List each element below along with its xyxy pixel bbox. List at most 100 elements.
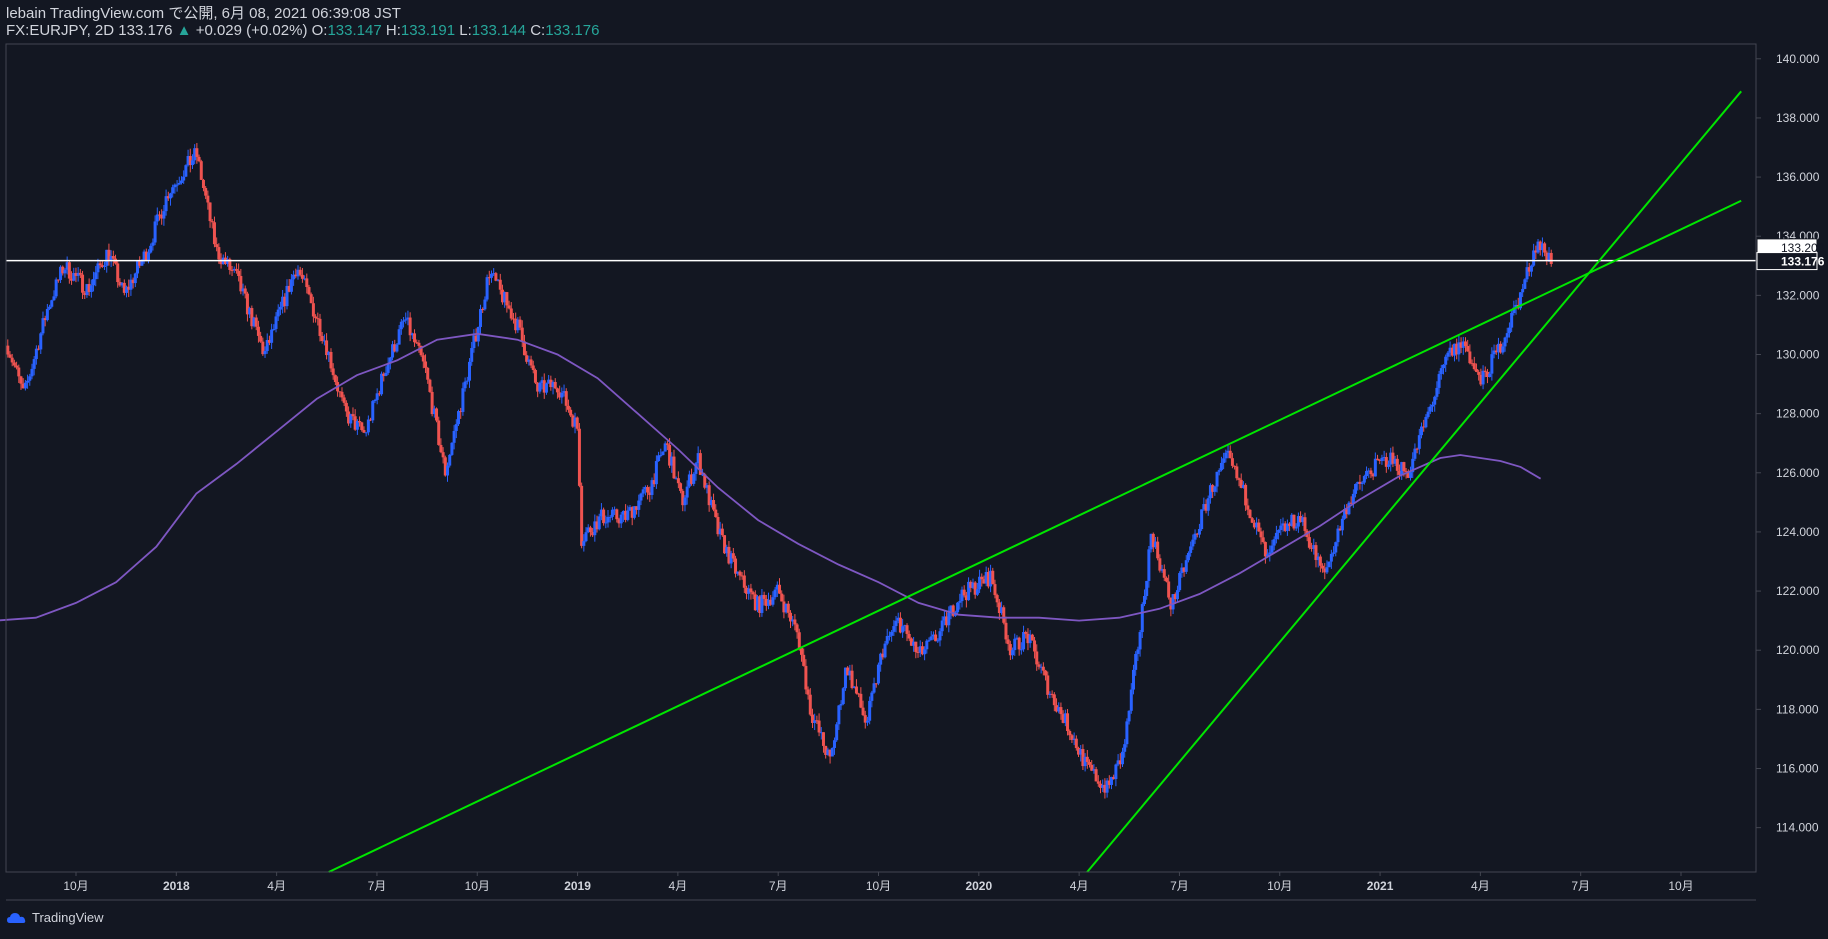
candle-body <box>1219 462 1223 471</box>
candle-body <box>934 634 938 642</box>
candle-body <box>555 388 559 393</box>
candle-body <box>577 428 581 486</box>
candle-body <box>1501 346 1505 353</box>
candle-body <box>1334 542 1338 553</box>
candle-body <box>164 196 168 212</box>
candle-body <box>52 296 56 301</box>
candle-body <box>575 417 579 429</box>
candle-body <box>1041 666 1045 671</box>
candle-body <box>685 486 689 498</box>
candle-body <box>890 631 894 636</box>
candle-body <box>1129 689 1133 711</box>
candle-body <box>177 182 181 185</box>
candle-body <box>802 654 806 666</box>
candle-body <box>1088 761 1092 765</box>
candle-body <box>564 391 568 406</box>
candle-body <box>1017 637 1021 650</box>
candle-body <box>494 273 498 281</box>
candle-body <box>1094 769 1098 782</box>
candle-body <box>1044 670 1048 676</box>
candle-body <box>1441 364 1445 369</box>
candle-body <box>1279 525 1283 530</box>
candle-body <box>553 381 557 389</box>
candle-body <box>1138 632 1142 650</box>
candle-body <box>885 636 889 644</box>
candle-body <box>1222 458 1226 463</box>
candle-body <box>1052 694 1056 706</box>
candle-body <box>1006 639 1010 645</box>
candle-body <box>155 214 159 222</box>
candle-body <box>509 308 513 319</box>
y-tick-label: 120.000 <box>1776 643 1820 657</box>
drawings-layer <box>6 90 1756 873</box>
candle-body <box>720 528 724 536</box>
candle-body <box>1307 537 1311 548</box>
candle-body <box>195 148 199 157</box>
candle-body <box>859 693 863 708</box>
candle-body <box>450 442 454 455</box>
candle-body <box>672 456 676 479</box>
candle-body <box>1373 458 1377 477</box>
candle-body <box>1134 653 1138 670</box>
candle-body <box>1351 493 1355 504</box>
candle-body <box>1369 470 1373 475</box>
candle-body <box>1189 546 1193 553</box>
candle-body <box>850 670 854 688</box>
candle-body <box>23 382 27 389</box>
candle-body <box>309 294 313 304</box>
candle-body <box>1184 560 1188 572</box>
candle-body <box>489 273 493 278</box>
candle-body <box>793 619 797 625</box>
candle-body <box>485 277 489 300</box>
candle-body <box>569 409 573 416</box>
tradingview-logo[interactable]: TradingView <box>6 910 104 925</box>
candle-body <box>1402 462 1406 472</box>
candle-body <box>738 571 742 576</box>
candle-body <box>50 300 54 307</box>
candle-body <box>34 348 38 360</box>
candle-body <box>1024 632 1028 634</box>
x-tick-label: 7月 <box>368 879 387 893</box>
candle-body <box>48 306 52 309</box>
candle-body <box>604 522 608 524</box>
candle-body <box>413 333 417 343</box>
candle-body <box>615 509 619 520</box>
candle-body <box>89 285 93 292</box>
candle-body <box>799 647 803 655</box>
y-tick-label: 132.000 <box>1776 288 1820 302</box>
candle-body <box>1259 531 1263 538</box>
candle-body <box>272 328 276 330</box>
candle-body <box>452 430 456 443</box>
candle-body <box>399 321 403 330</box>
candle-body <box>342 397 346 403</box>
plot-frame <box>5 43 1757 873</box>
candle-body <box>1235 466 1239 479</box>
candle-body <box>8 354 12 358</box>
candle-body <box>1156 541 1160 559</box>
candle-body <box>30 368 34 377</box>
candle-body <box>1472 363 1476 370</box>
candle-body <box>679 483 683 491</box>
candle-body <box>1510 313 1514 328</box>
candle-body <box>470 348 474 362</box>
candle-body <box>1529 265 1533 272</box>
candle-body <box>762 594 766 599</box>
candle-body <box>1303 517 1307 531</box>
candle-body <box>364 432 368 434</box>
candle-body <box>566 405 570 410</box>
candle-body <box>6 345 10 355</box>
candle-body <box>1466 346 1470 352</box>
candle-body <box>1131 669 1135 690</box>
candle-body <box>17 367 21 377</box>
candle-body <box>318 318 322 336</box>
price-chart[interactable]: 140.000138.000136.000134.000132.000130.0… <box>0 0 1828 939</box>
ma200-line <box>0 332 1542 622</box>
candle-body <box>133 273 137 284</box>
x-tick-label: 4月 <box>669 879 688 893</box>
candle-body <box>659 455 663 457</box>
candle-body <box>45 308 49 321</box>
candle-body <box>1481 370 1485 385</box>
candle-body <box>320 335 324 341</box>
x-tick-label: 2019 <box>564 879 591 893</box>
candle-body <box>204 187 208 196</box>
